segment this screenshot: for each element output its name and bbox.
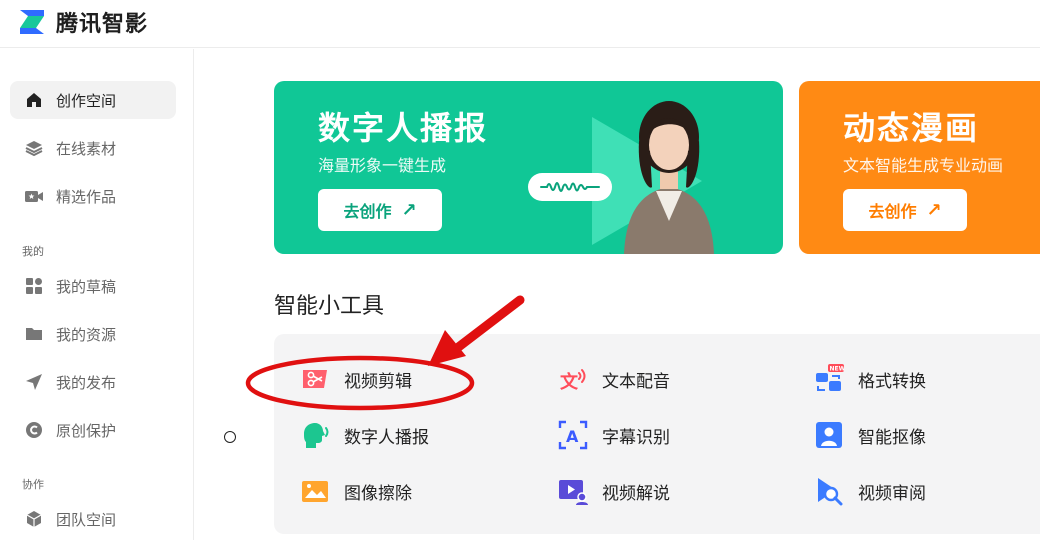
video-star-icon — [25, 191, 43, 202]
sidebar-item-my-publish[interactable]: 我的发布 — [10, 363, 176, 401]
logo-icon — [20, 10, 44, 34]
tool-label: 文本配音 — [602, 371, 670, 392]
copyright-icon — [26, 422, 42, 438]
sidebar-item-label: 我的资源 — [56, 325, 117, 344]
group-label-collab: 协作 — [22, 478, 44, 491]
svg-text:NEW: NEW — [830, 366, 845, 373]
tool-format-convert[interactable]: NEW 格式转换 — [814, 364, 926, 394]
sound-wave-bubble — [528, 173, 612, 201]
presenter-illustration — [624, 101, 714, 254]
home-icon — [27, 93, 41, 107]
tool-label: 视频审阅 — [858, 483, 926, 504]
sidebar-item-label: 我的草稿 — [56, 277, 117, 296]
go-create-button[interactable]: 去创作 ↗ — [843, 189, 967, 231]
tool-video-narration[interactable]: 视频解说 — [558, 476, 670, 506]
portrait-cutout-icon — [816, 422, 842, 448]
banner-dynamic-comic[interactable]: 动态漫画 文本智能生成专业动画 去创作 ↗ — [799, 81, 1040, 254]
format-convert-icon: NEW — [816, 364, 845, 391]
tool-label: 图像擦除 — [344, 483, 412, 504]
sidebar-item-label: 精选作品 — [56, 187, 117, 206]
sidebar-item-creation-space[interactable]: 创作空间 — [10, 81, 176, 119]
tool-label: 格式转换 — [858, 371, 926, 392]
tool-label: 字幕识别 — [602, 427, 670, 448]
button-label: 去创作 — [343, 202, 392, 221]
text-voice-icon: 文 — [560, 369, 586, 393]
banner-digital-human[interactable]: 数字人播报 海量形象一键生成 去创作 ↗ — [274, 81, 783, 254]
sidebar-item-label: 创作空间 — [56, 91, 117, 110]
banner-title: 数字人播报 — [318, 109, 489, 147]
sidebar-item-original-protection[interactable]: 原创保护 — [10, 411, 176, 449]
tool-subtitle-recognition[interactable]: A 字幕识别 — [558, 420, 670, 450]
image-erase-icon — [302, 481, 328, 502]
video-narration-icon — [559, 480, 588, 505]
sidebar-item-team-space[interactable]: 团队空间 — [10, 500, 176, 538]
tool-label: 智能抠像 — [858, 427, 926, 448]
speaking-head-icon — [304, 423, 329, 448]
tool-portrait-cutout[interactable]: 智能抠像 — [814, 420, 926, 450]
send-icon — [26, 374, 42, 390]
svg-text:A: A — [566, 427, 579, 446]
layers-icon — [25, 141, 43, 157]
tool-video-edit[interactable]: 视频剪辑 — [300, 364, 412, 394]
sidebar-item-featured-works[interactable]: 精选作品 — [10, 177, 176, 215]
tool-digital-human[interactable]: 数字人播报 — [300, 420, 429, 450]
tool-label: 视频剪辑 — [344, 371, 412, 392]
tool-video-review[interactable]: 视频审阅 — [814, 476, 926, 506]
sidebar-item-online-assets[interactable]: 在线素材 — [10, 129, 176, 167]
sidebar-item-label: 在线素材 — [56, 139, 117, 158]
scissors-icon — [303, 370, 327, 388]
section-title-smart-tools: 智能小工具 — [274, 294, 385, 319]
banner-subtitle: 海量形象一键生成 — [318, 156, 447, 175]
video-review-icon — [818, 478, 843, 506]
tool-label: 数字人播报 — [344, 427, 429, 448]
sidebar-item-label: 我的发布 — [56, 373, 117, 392]
sound-wave-icon — [540, 182, 600, 192]
group-label-mine: 我的 — [22, 245, 44, 258]
tool-label: 视频解说 — [602, 483, 670, 504]
arrow-up-right-icon: ↗ — [926, 199, 942, 221]
sidebar-item-label: 原创保护 — [56, 421, 117, 440]
banner-subtitle: 文本智能生成专业动画 — [843, 156, 1004, 175]
banner-title: 动态漫画 — [843, 109, 980, 147]
top-bar: 腾讯智影 — [0, 0, 1040, 48]
cube-icon — [26, 511, 42, 527]
tool-text-voice[interactable]: 文 文本配音 — [558, 364, 670, 394]
tool-image-erase[interactable]: 图像擦除 — [300, 476, 412, 506]
logo[interactable]: 腾讯智影 — [18, 6, 148, 38]
sidebar: 创作空间 在线素材 精选作品 我的 我的草稿 我的资源 我的发布 原创保护 协作… — [0, 49, 194, 540]
go-create-button[interactable]: 去创作 ↗ — [318, 189, 442, 231]
brand-name: 腾讯智影 — [56, 12, 149, 37]
svg-text:文: 文 — [560, 371, 579, 393]
folder-icon — [26, 328, 42, 340]
subtitle-recognition-icon: A — [558, 420, 588, 450]
button-label: 去创作 — [868, 202, 917, 221]
arrow-up-right-icon: ↗ — [401, 199, 417, 221]
grid-icon — [26, 278, 42, 294]
cursor-icon — [224, 431, 236, 443]
sidebar-item-my-resources[interactable]: 我的资源 — [10, 315, 176, 353]
sidebar-item-label: 团队空间 — [56, 510, 117, 529]
sidebar-item-my-drafts[interactable]: 我的草稿 — [10, 267, 176, 305]
